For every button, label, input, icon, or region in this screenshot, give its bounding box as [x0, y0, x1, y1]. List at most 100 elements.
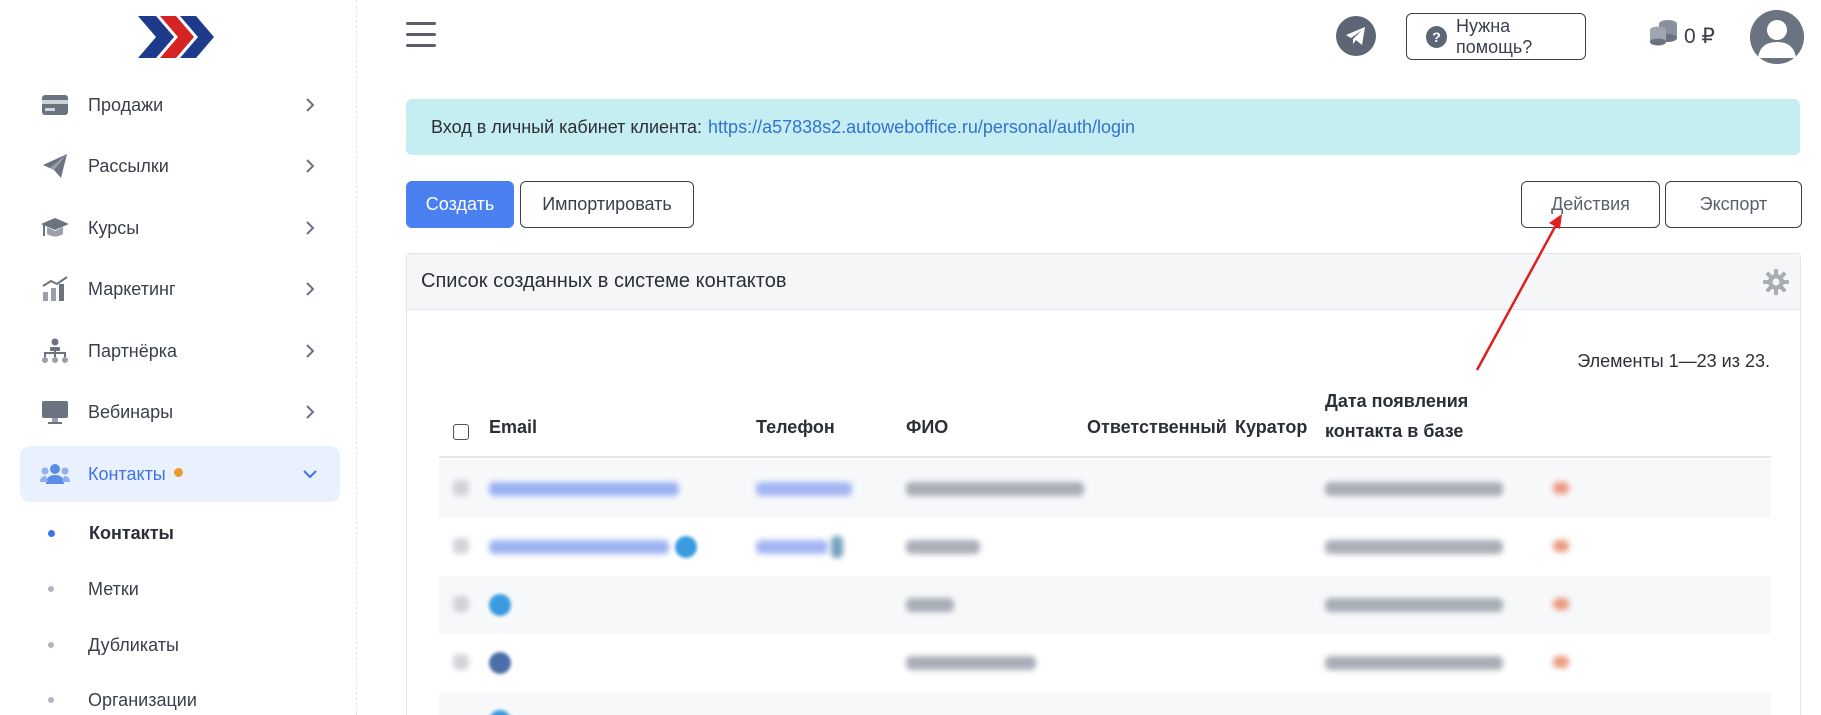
redacted-date [1325, 598, 1503, 612]
sidebar-item-partners[interactable]: Партнёрка [20, 323, 340, 379]
table-header: Email Телефон ФИО Ответственный Куратор … [439, 391, 1771, 458]
column-header-date[interactable]: Дата появления контакта в базе [1325, 386, 1468, 446]
table-row[interactable] [439, 576, 1771, 634]
chevron-right-icon [298, 400, 322, 424]
redacted-name [906, 540, 980, 554]
status-flag-icon [1553, 482, 1569, 494]
phone-icon [831, 536, 843, 558]
paper-plane-icon [40, 151, 70, 181]
sidebar-subitem-contacts[interactable]: Контакты [48, 518, 174, 548]
bullet-icon [48, 586, 54, 592]
sidebar-subitem-tags[interactable]: Метки [48, 574, 139, 604]
redacted-date [1325, 656, 1503, 670]
balance-value: 0 ₽ [1684, 25, 1715, 48]
export-button[interactable]: Экспорт [1665, 181, 1802, 228]
chevron-right-icon [298, 277, 322, 301]
sidebar: Продажи Рассылки Курсы Маркетинг Партнёр… [0, 0, 357, 715]
sidebar-item-contacts[interactable]: Контакты [20, 446, 340, 502]
redacted-name [906, 482, 1084, 496]
question-icon: ? [1426, 25, 1447, 48]
menu-toggle-button[interactable] [406, 22, 436, 50]
users-icon [40, 459, 70, 489]
hamburger-icon-bar [406, 33, 436, 36]
redacted-phone [756, 482, 852, 496]
card-header: Список созданных в системе контактов [407, 254, 1800, 310]
hamburger-icon [406, 22, 436, 25]
table-row[interactable] [439, 460, 1771, 518]
redacted-date [1325, 540, 1503, 554]
table-row[interactable] [439, 692, 1771, 715]
sidebar-item-label: Контакты [88, 464, 298, 485]
sidebar-item-marketing[interactable]: Маркетинг [20, 261, 340, 317]
chevron-down-icon [298, 462, 322, 486]
telegram-button[interactable] [1336, 16, 1376, 56]
column-header-responsible[interactable]: Ответственный [1087, 417, 1227, 438]
row-checkbox[interactable] [453, 596, 469, 612]
alert-text: Вход в личный кабинет клиента: [431, 116, 703, 137]
status-flag-icon [1553, 540, 1569, 552]
telegram-icon [1346, 27, 1365, 45]
messenger-icon [675, 536, 697, 558]
redacted-name [906, 598, 954, 612]
logo[interactable] [136, 14, 216, 60]
client-login-link[interactable]: https://a57838s2.autoweboffice.ru/person… [708, 117, 1135, 138]
chevron-right-icon [298, 154, 322, 178]
create-button[interactable]: Создать [406, 181, 514, 228]
sidebar-subitem-label: Контакты [89, 522, 174, 543]
row-checkbox[interactable] [453, 480, 469, 496]
avatar[interactable] [1750, 10, 1804, 64]
bullet-icon [48, 697, 54, 703]
contacts-card: Список созданных в системе контактов Эле… [406, 253, 1801, 715]
status-flag-icon [1553, 598, 1569, 610]
actions-button[interactable]: Действия [1521, 181, 1660, 228]
import-button[interactable]: Импортировать [520, 181, 694, 228]
sidebar-subitem-organizations[interactable]: Организации [48, 685, 197, 715]
redacted-phone [756, 540, 828, 554]
sidebar-subitem-label: Организации [88, 689, 197, 710]
select-all-checkbox[interactable] [453, 424, 469, 440]
column-header-curator[interactable]: Куратор [1235, 417, 1307, 438]
sidebar-item-mailings[interactable]: Рассылки [20, 138, 340, 194]
user-avatar-icon [1750, 10, 1804, 64]
column-header-phone[interactable]: Телефон [756, 417, 835, 438]
sidebar-item-webinars[interactable]: Вебинары [20, 384, 340, 440]
row-checkbox[interactable] [453, 654, 469, 670]
sidebar-item-label: Вебинары [88, 401, 174, 422]
redacted-name [906, 656, 1036, 670]
bullet-icon [48, 642, 54, 648]
sidebar-item-label: Маркетинг [88, 278, 176, 299]
column-header-email[interactable]: Email [489, 417, 537, 438]
column-header-name[interactable]: ФИО [906, 417, 948, 438]
sidebar-item-courses[interactable]: Курсы [20, 200, 340, 256]
help-button-label: Нужна помощь? [1455, 15, 1533, 57]
sidebar-item-label: Рассылки [88, 155, 169, 176]
table-row[interactable] [439, 634, 1771, 692]
select-all-checkbox-cell [453, 424, 469, 440]
chevron-right-icon [298, 339, 322, 363]
gear-icon[interactable] [1762, 268, 1790, 296]
table-row[interactable] [439, 518, 1771, 576]
column-header-date-line2: контакта в базе [1325, 421, 1464, 441]
redacted-email[interactable] [489, 540, 669, 554]
messenger-icon [489, 710, 511, 715]
sidebar-item-label: Продажи [88, 94, 164, 115]
wallet-icon [40, 90, 70, 120]
chevron-right-icon [298, 216, 322, 240]
sidebar-item-sales[interactable]: Продажи [20, 77, 340, 133]
app-root: Продажи Рассылки Курсы Маркетинг Партнёр… [0, 0, 1821, 715]
hamburger-icon-bar [406, 44, 436, 47]
help-button[interactable]: ? Нужна помощь? [1406, 13, 1586, 60]
graduation-cap-icon [40, 213, 70, 243]
sidebar-item-label: Курсы [88, 217, 140, 238]
chart-growth-icon [40, 274, 70, 304]
notification-dot [173, 468, 183, 478]
sidebar-subitem-duplicates[interactable]: Дубликаты [48, 630, 179, 660]
row-checkbox[interactable] [453, 538, 469, 554]
coins-icon [1650, 20, 1677, 46]
status-flag-icon [1553, 656, 1569, 668]
redacted-email[interactable] [489, 482, 679, 496]
sidebar-subitem-label: Метки [88, 578, 139, 599]
monitor-icon [40, 397, 70, 427]
sidebar-subitem-label: Дубликаты [88, 634, 179, 655]
messenger-icon [489, 594, 511, 616]
